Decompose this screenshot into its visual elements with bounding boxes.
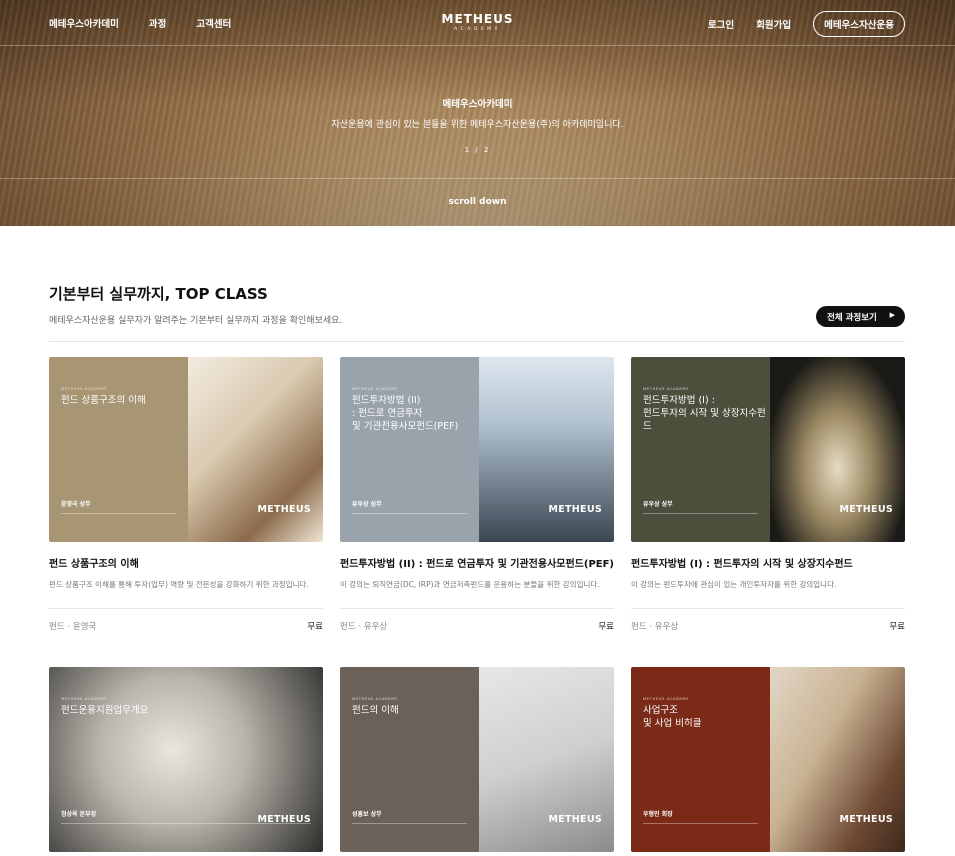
course-divider (631, 608, 905, 609)
course-category-instructor: 펀드 · 윤영국 (49, 622, 97, 632)
course-card[interactable]: METHEUS ACADEMY 펀드 상품구조의 이해 윤영국 상무 METHE… (49, 357, 323, 632)
thumbnail-title: 사업구조 및 사업 비히클 (643, 705, 702, 729)
thumbnail-brand: METHEUS (839, 814, 893, 825)
hero-subtitle: 자산운용에 관심이 있는 분들을 위한 메테우스자산운용(주)의 아카데미입니다… (331, 120, 624, 130)
course-meta: 펀드 · 유우상 무료 (340, 620, 614, 632)
user-nav: 로그인 회원가입 메테우스자산운용 (708, 11, 905, 37)
course-price: 무료 (307, 622, 323, 632)
hero-divider (0, 178, 955, 179)
thumbnail-title: 펀드투자방법 (I) : 펀드투자의 시작 및 상장지수펀드 (643, 395, 766, 432)
course-price: 무료 (598, 622, 614, 632)
course-divider (49, 608, 323, 609)
course-thumbnail[interactable]: METHEUS ACADEMY 펀드투자방법 (II) : 펀드로 연금투자 및… (340, 357, 614, 542)
course-category: 펀드 (49, 622, 65, 632)
thumbnail-panel: METHEUS ACADEMY 펀드투자방법 (I) : 펀드투자의 시작 및 … (631, 357, 770, 542)
section-title: 기본부터 실무까지, TOP CLASS (49, 285, 268, 303)
hero-title: 메테우스아카데미 (442, 99, 513, 110)
course-instructor: 유우상 (363, 622, 388, 632)
thumbnail-divider (352, 513, 467, 514)
course-instructor: 유우상 (654, 622, 679, 632)
course-card[interactable]: METHEUS ACADEMY 사업구조 및 사업 비히클 우형민 회장 MET… (631, 667, 905, 852)
thumbnail-academy-label: METHEUS ACADEMY (643, 386, 689, 391)
course-title[interactable]: 펀드투자방법 (II) : 펀드로 연금투자 및 기관전용사모펀드(PEF) (340, 555, 614, 570)
course-description: 이 강의는 펀드투자에 관심이 있는 개인투자자를 위한 강의입니다. (631, 580, 837, 589)
thumbnail-author: 유우상 상무 (352, 501, 382, 508)
thumbnail-author: 성흥보 상무 (352, 811, 382, 818)
course-card[interactable]: METHEUS ACADEMY 펀드투자방법 (I) : 펀드투자의 시작 및 … (631, 357, 905, 632)
thumbnail-panel: METHEUS ACADEMY 펀드의 이해 성흥보 상무 (340, 667, 479, 852)
thumbnail-divider (643, 513, 758, 514)
thumbnail-divider (352, 823, 467, 824)
arrow-right-icon: ▶ (889, 311, 895, 319)
thumbnail-author: 정상옥 본부장 (61, 811, 97, 818)
thumbnail-title: 펀드의 이해 (352, 705, 399, 716)
thumbnail-academy-label: METHEUS ACADEMY (352, 696, 398, 701)
course-card[interactable]: METHEUS ACADEMY 펀드투자방법 (II) : 펀드로 연금투자 및… (340, 357, 614, 632)
course-meta: 펀드 · 윤영국 무료 (49, 620, 323, 632)
thumbnail-panel: METHEUS ACADEMY 펀드 상품구조의 이해 윤영국 상무 (49, 357, 188, 542)
thumbnail-brand: METHEUS (257, 504, 311, 515)
course-category-instructor: 펀드 · 유우상 (340, 622, 388, 632)
asset-management-button[interactable]: 메테우스자산운용 (813, 11, 905, 37)
thumbnail-academy-label: METHEUS ACADEMY (61, 696, 107, 701)
login-link[interactable]: 로그인 (708, 17, 734, 31)
thumbnail-author: 우형민 회장 (643, 811, 673, 818)
section-divider (49, 341, 905, 342)
thumbnail-brand: METHEUS (548, 504, 602, 515)
course-category: 펀드 (340, 622, 356, 632)
thumbnail-academy-label: METHEUS ACADEMY (643, 696, 689, 701)
thumbnail-brand: METHEUS (257, 814, 311, 825)
thumbnail-divider (643, 823, 758, 824)
view-all-label: 전체 과정보기 (827, 312, 877, 323)
course-thumbnail[interactable]: METHEUS ACADEMY 펀드의 이해 성흥보 상무 METHEUS (340, 667, 614, 852)
thumbnail-academy-label: METHEUS ACADEMY (61, 386, 107, 391)
thumbnail-academy-label: METHEUS ACADEMY (352, 386, 398, 391)
thumbnail-brand: METHEUS (548, 814, 602, 825)
scroll-down-link[interactable]: scroll down (0, 197, 955, 207)
thumbnail-panel: METHEUS ACADEMY 펀드투자방법 (II) : 펀드로 연금투자 및… (340, 357, 479, 542)
course-thumbnail[interactable]: METHEUS ACADEMY 펀드 상품구조의 이해 윤영국 상무 METHE… (49, 357, 323, 542)
header-divider (0, 45, 955, 46)
thumbnail-title: 펀드투자방법 (II) : 펀드로 연금투자 및 기관전용사모펀드(PEF) (352, 395, 459, 432)
view-all-courses-button[interactable]: 전체 과정보기 ▶ (816, 306, 905, 327)
thumbnail-divider (61, 513, 176, 514)
thumbnail-title: 펀드 상품구조의 이해 (61, 395, 146, 406)
course-category: 펀드 (631, 622, 647, 632)
course-thumbnail[interactable]: METHEUS ACADEMY 펀드운용지원업무개요 정상옥 본부장 METHE… (49, 667, 323, 852)
course-card[interactable]: METHEUS ACADEMY 펀드운용지원업무개요 정상옥 본부장 METHE… (49, 667, 323, 852)
course-description: 이 강의는 퇴직연금(DC, IRP)과 연금저축펀드를 운용하는 분들을 위한… (340, 580, 600, 589)
thumbnail-author: 유우상 상무 (643, 501, 673, 508)
course-price: 무료 (889, 622, 905, 632)
course-title[interactable]: 펀드투자방법 (I) : 펀드투자의 시작 및 상장지수펀드 (631, 555, 905, 570)
course-description: 펀드 상품구조 이해를 통해 투자(업무) 역량 및 전문성을 강화하기 위한 … (49, 580, 309, 589)
course-meta: 펀드 · 유우상 무료 (631, 620, 905, 632)
course-card[interactable]: METHEUS ACADEMY 펀드의 이해 성흥보 상무 METHEUS (340, 667, 614, 852)
thumbnail-panel: METHEUS ACADEMY 사업구조 및 사업 비히클 우형민 회장 (631, 667, 770, 852)
signup-link[interactable]: 회원가입 (756, 17, 791, 31)
hero-banner: 메테우스아카데미 과정 고객센터 METHEUS ACADEMY 로그인 회원가… (0, 0, 955, 226)
thumbnail-title: 펀드운용지원업무개요 (61, 705, 149, 716)
course-thumbnail[interactable]: METHEUS ACADEMY 사업구조 및 사업 비히클 우형민 회장 MET… (631, 667, 905, 852)
course-category-instructor: 펀드 · 유우상 (631, 622, 679, 632)
section-subtitle: 메테우스자산운용 실무자가 알려주는 기본부터 실무까지 과정을 확인해보세요. (49, 316, 343, 326)
thumbnail-brand: METHEUS (839, 504, 893, 515)
course-title[interactable]: 펀드 상품구조의 이해 (49, 555, 323, 570)
course-instructor: 윤영국 (72, 622, 97, 632)
course-thumbnail[interactable]: METHEUS ACADEMY 펀드투자방법 (I) : 펀드투자의 시작 및 … (631, 357, 905, 542)
course-divider (340, 608, 614, 609)
hero-pager[interactable]: 1 / 2 (0, 146, 955, 154)
thumbnail-author: 윤영국 상무 (61, 501, 91, 508)
